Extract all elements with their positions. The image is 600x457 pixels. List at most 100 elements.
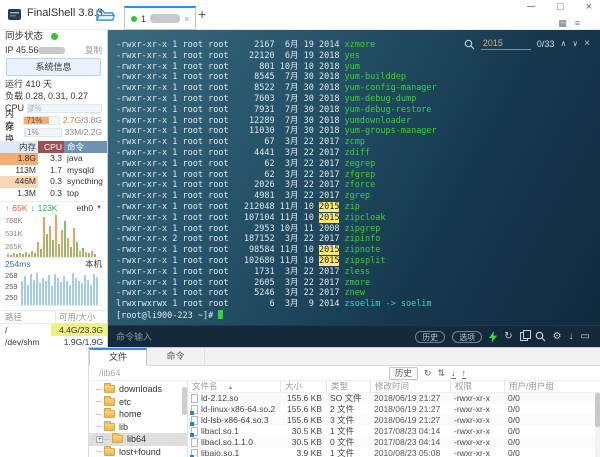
fullscreen-icon[interactable]: ▭ xyxy=(581,331,590,343)
current-path[interactable]: /lib64 xyxy=(99,368,121,378)
tree-item[interactable]: + home xyxy=(89,408,187,421)
file-row[interactable]: libacl.so.1 30.5 KB 1 文件 2017/08/23 04:1… xyxy=(188,426,600,437)
directory-tree: + downloads + etc xyxy=(89,381,188,457)
disk-row[interactable]: / 4.4G/23.3G xyxy=(0,324,107,336)
tree-item[interactable]: + downloads xyxy=(89,383,187,396)
maximize-button[interactable]: □ xyxy=(557,1,564,13)
file-panel-tabs: 文件 命令 xyxy=(89,348,600,366)
download-rate: 123K xyxy=(37,203,58,213)
process-row[interactable]: 1.3M 0.3 top xyxy=(0,188,107,200)
file-icon xyxy=(190,416,198,426)
tab-close-icon[interactable]: × xyxy=(184,14,189,24)
tree-item[interactable]: + lib64 xyxy=(89,433,187,446)
find-icon[interactable] xyxy=(535,331,546,342)
settings-gear-icon[interactable]: ⚙ xyxy=(553,331,562,343)
process-table-header[interactable]: 内存 CPU 命令 xyxy=(0,141,107,153)
terminal-line: -rwxr-xr-x 1 root root 1731 3月 22 2017 zl… xyxy=(116,266,371,277)
process-row[interactable]: 446M 0.3 syncthing xyxy=(0,176,107,188)
ping-latency: 254ms xyxy=(5,259,31,269)
file-icon xyxy=(191,394,198,403)
download-arrow-icon: ↓ xyxy=(30,203,35,213)
col-owner: 用户/用户组 xyxy=(504,381,600,392)
tab-files[interactable]: 文件 xyxy=(89,348,147,366)
interface-dropdown-icon[interactable]: ▼ xyxy=(96,202,102,215)
file-table-header[interactable]: 文件名 ▲ 大小 类型 修改时间 权限 用户/用户组 xyxy=(188,381,600,393)
network-graph: 768K 531K 265K xyxy=(5,215,102,258)
file-table-scrollbar-track xyxy=(595,393,600,457)
connection-manager-button[interactable] xyxy=(96,8,116,27)
col-type: 类型 xyxy=(326,381,370,392)
terminal-cursor xyxy=(218,309,224,319)
layout-list-icon[interactable]: ≡ xyxy=(575,18,580,29)
terminal-line: -rwxr-xr-x 1 root root 4441 3月 22 2017 zd… xyxy=(116,147,371,158)
col-size: 大小 xyxy=(280,381,326,392)
refresh-icon[interactable]: ↻ xyxy=(424,367,432,379)
search-close-icon[interactable]: × xyxy=(584,39,590,49)
interface-selector[interactable]: eth0 xyxy=(77,202,94,215)
download-icon[interactable]: ↓ xyxy=(451,368,456,379)
tree-item[interactable]: + lost+found xyxy=(89,445,187,457)
tree-item[interactable]: + lib xyxy=(89,420,187,434)
col-perm: 权限 xyxy=(450,381,504,392)
sort-asc-icon: ▲ xyxy=(227,385,234,391)
tab-hostname-redacted xyxy=(150,14,181,23)
ip-redacted xyxy=(38,47,66,54)
file-row[interactable]: ld-2.12.so 155.6 KB SO 文件 2018/06/19 21:… xyxy=(188,393,600,404)
file-icon xyxy=(190,449,198,457)
window-title: FinalShell 3.8.3 xyxy=(27,7,103,19)
col-mtime: 修改时间 xyxy=(370,381,450,392)
transfer-icon[interactable]: ⇅ xyxy=(437,367,445,379)
terminal-line: -rwxr-xr-x 1 root root 5246 3月 22 2017 zn… xyxy=(116,288,366,299)
options-button[interactable]: 选项 xyxy=(452,330,483,343)
file-table: 文件名 ▲ 大小 类型 修改时间 权限 用户/用户组 ld-2.12.so 155… xyxy=(188,381,600,457)
terminal-tab[interactable]: 1 × xyxy=(124,6,197,30)
terminal-prompt: [root@li900-223 ~]# xyxy=(108,309,600,322)
process-row[interactable]: 1.8G 3.3 java xyxy=(0,153,107,165)
terminal-line: -rwxr-xr-x 1 root root 22120 6月 19 2018 y… xyxy=(116,50,360,61)
history-button[interactable]: 历史 xyxy=(415,330,446,343)
finalshell-window: FinalShell 3.8.3 1 × + ─ □ × ▦ ≡ 同步状态 复制… xyxy=(0,0,600,457)
terminal-line: -rwxr-xr-x 2 root root 187152 3月 22 2017… xyxy=(116,234,381,245)
terminal-line: -rwxr-xr-x 1 root root 62 3月 22 2017 zfgr… xyxy=(116,169,376,180)
tab-commands[interactable]: 命令 xyxy=(147,348,205,365)
search-query-input[interactable]: 2015 xyxy=(480,38,531,50)
terminal-line: -rwxr-xr-x 1 root root 8522 7月 30 2018 yu… xyxy=(116,83,437,94)
search-prev-icon[interactable]: ∧ xyxy=(560,39,566,49)
swap-value: 33M/2.2G xyxy=(64,127,102,137)
terminal-search-bar: 2015 0/33 ∧ ∨ × xyxy=(464,38,590,50)
file-row[interactable]: libaio.so.1 3.9 KB 1 文件 2010/08/23 05:08… xyxy=(188,448,600,457)
command-input[interactable]: 命令输入 xyxy=(108,330,152,343)
copy-ip-link[interactable]: 复制 xyxy=(85,44,102,56)
file-row[interactable]: ld-lsb-x86-64.so.3 155.6 KB 3 文件 2018/06… xyxy=(188,415,600,426)
cpu-meter: 7% xyxy=(27,103,102,113)
file-history-button[interactable]: 历史 xyxy=(388,366,418,380)
terminal-view[interactable]: -rwxr-xr-x 1 root root 2167 6月 19 2014 xz… xyxy=(108,30,600,325)
server-ip: IP 45.56 xyxy=(5,45,39,55)
minimize-button[interactable]: ─ xyxy=(527,1,535,13)
lightning-icon[interactable] xyxy=(489,330,498,343)
search-next-icon[interactable]: ∨ xyxy=(572,39,578,49)
file-icon xyxy=(191,438,198,447)
new-tab-button[interactable]: + xyxy=(198,6,206,22)
file-row[interactable]: ld-linux-x86-64.so.2 155.6 KB 2 文件 2018/… xyxy=(188,404,600,415)
scroll-down-icon[interactable]: ↓ xyxy=(569,331,574,343)
upload-icon[interactable]: ↑ xyxy=(461,368,466,379)
close-button[interactable]: × xyxy=(586,1,592,13)
uptime-text: 运行 410 天 xyxy=(5,79,53,89)
memory-meter: 71% xyxy=(23,115,60,125)
clear-screen-icon[interactable]: ↻ xyxy=(504,331,512,343)
tree-scrollbar[interactable] xyxy=(182,387,187,415)
process-row[interactable]: 113M 1.7 mysqld xyxy=(0,165,107,177)
file-table-scrollbar[interactable] xyxy=(595,393,600,427)
file-row[interactable]: libacl.so.1.1.0 30.5 KB 0 文件 2017/08/23 … xyxy=(188,437,600,448)
clipboard-icon[interactable] xyxy=(519,330,531,341)
swap-percent: 1% xyxy=(27,127,39,137)
system-info-button[interactable]: 系统信息 xyxy=(6,58,101,76)
upload-rate: 65K xyxy=(12,203,28,213)
terminal-line: -rwxr-xr-x 1 root root 107104 11月 10 201… xyxy=(116,212,386,223)
expander-icon[interactable]: + xyxy=(96,435,103,443)
layout-grid-icon[interactable]: ▦ xyxy=(558,18,567,29)
tree-item[interactable]: + etc xyxy=(89,395,187,409)
tab-status-dot xyxy=(131,15,137,22)
file-toolbar: 历史 ↻ ⇅ ↓ ↑ xyxy=(388,366,466,380)
